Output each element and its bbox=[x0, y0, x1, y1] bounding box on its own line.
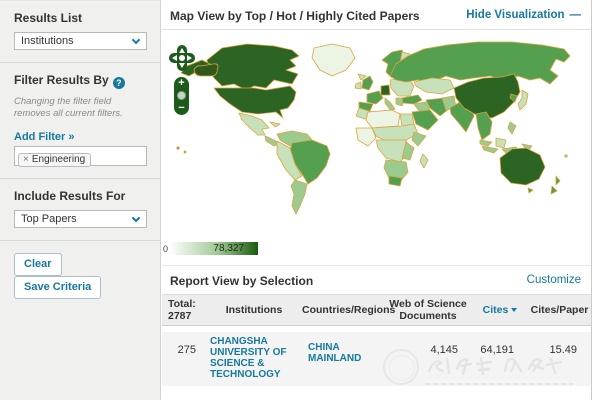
country-greenland bbox=[312, 44, 355, 76]
legend-min-value: 0 bbox=[163, 244, 168, 254]
island-sumatra bbox=[482, 146, 498, 153]
region-horn-of-africa bbox=[412, 132, 426, 146]
island-dot bbox=[565, 155, 567, 157]
island-dot bbox=[177, 147, 179, 149]
include-results-label: Include Results For bbox=[14, 189, 148, 203]
filter-sidebar: Results List Institutions Filter Results… bbox=[0, 0, 161, 400]
region-algeria-libya bbox=[366, 110, 400, 128]
country-new-zealand-north bbox=[556, 176, 560, 185]
col-header-cites-sort[interactable]: Cites bbox=[472, 304, 528, 316]
chevron-down-icon bbox=[132, 213, 140, 221]
zoom-in-button[interactable]: + bbox=[178, 78, 184, 88]
total-count: Total: 2787 bbox=[162, 298, 206, 322]
col-header-documents: Web of Science Documents bbox=[384, 298, 472, 322]
map-view-header: Map View by Top / Hot / Highly Cited Pap… bbox=[162, 0, 591, 30]
include-results-section: Include Results For Top Papers bbox=[0, 179, 160, 241]
row-cites: 64,191 bbox=[472, 336, 528, 356]
include-results-selected: Top Papers bbox=[21, 213, 77, 225]
pan-right-icon[interactable] bbox=[187, 55, 192, 61]
results-list-label: Results List bbox=[14, 11, 148, 25]
filter-tag-label: Engineering bbox=[32, 154, 85, 165]
island-dot bbox=[184, 151, 186, 153]
country-saudi-arabia bbox=[412, 110, 438, 130]
table-header-row: Total: 2787 Institutions Countries/Regio… bbox=[162, 294, 591, 326]
row-count: 275 bbox=[162, 336, 206, 356]
country-russia bbox=[390, 42, 570, 84]
country-canada bbox=[207, 44, 299, 90]
save-criteria-button[interactable]: Save Criteria bbox=[14, 276, 101, 299]
report-title: Report View by Selection bbox=[170, 274, 313, 288]
results-list-selected: Institutions bbox=[21, 35, 74, 47]
legend-max-value: 78,327 bbox=[213, 243, 244, 254]
add-filter-link[interactable]: Add Filter » bbox=[14, 131, 75, 143]
country-mexico bbox=[239, 113, 269, 135]
country-link[interactable]: CHINA MAINLAND bbox=[302, 336, 364, 364]
customize-link[interactable]: Customize bbox=[527, 274, 581, 288]
include-results-dropdown[interactable]: Top Papers bbox=[14, 210, 147, 228]
map-view-title: Map View by Top / Hot / Highly Cited Pap… bbox=[170, 9, 420, 23]
map-zoom-control: + − bbox=[174, 77, 189, 115]
filter-note: Changing the filter field removes all cu… bbox=[14, 96, 148, 121]
country-new-zealand-south bbox=[551, 186, 557, 194]
institution-link[interactable]: CHANGSHA UNIVERSITY OF SCIENCE & TECHNOL… bbox=[206, 336, 296, 380]
country-germany bbox=[381, 85, 390, 95]
table-row: 275 CHANGSHA UNIVERSITY OF SCIENCE & TEC… bbox=[162, 332, 591, 386]
report-header: Report View by Selection Customize bbox=[162, 267, 591, 294]
col-header-institutions: Institutions bbox=[206, 304, 302, 316]
hide-visualization-link[interactable]: Hide Visualization— bbox=[466, 9, 581, 21]
col-header-countries: Countries/Regions bbox=[302, 304, 384, 316]
country-australia bbox=[500, 148, 545, 185]
results-list-dropdown[interactable]: Institutions bbox=[14, 32, 147, 50]
country-cuba bbox=[270, 122, 280, 127]
region-argentina-chile bbox=[291, 180, 307, 214]
region-central-asia bbox=[414, 78, 454, 94]
country-malaysia bbox=[480, 140, 492, 146]
globe-reset-icon[interactable] bbox=[177, 91, 186, 100]
choropleth-world-map[interactable] bbox=[162, 35, 591, 237]
world-map-area[interactable]: + − 0 78,327 bbox=[162, 31, 591, 266]
row-cites-per-paper: 15.49 bbox=[528, 336, 591, 356]
pan-center-icon[interactable] bbox=[179, 55, 185, 61]
filter-results-title: Filter Results By? bbox=[14, 73, 148, 89]
help-icon[interactable]: ? bbox=[113, 77, 125, 89]
island-tasmania bbox=[528, 188, 533, 193]
zoom-out-button[interactable]: − bbox=[178, 103, 184, 113]
country-italy bbox=[385, 98, 395, 111]
clear-button[interactable]: Clear bbox=[14, 253, 62, 276]
results-list-section: Results List Institutions bbox=[0, 1, 160, 63]
sidebar-buttons: Clear Save Criteria bbox=[0, 241, 160, 311]
row-documents: 4,145 bbox=[384, 336, 472, 356]
filter-results-section: Filter Results By? Changing the filter f… bbox=[0, 63, 160, 179]
col-header-cites-per-paper: Cites/Paper bbox=[528, 304, 591, 316]
filter-tag-engineering[interactable]: ×Engineering bbox=[18, 153, 91, 167]
map-pan-control[interactable] bbox=[169, 45, 195, 71]
country-madagascar bbox=[420, 154, 428, 168]
sort-descending-icon bbox=[511, 308, 517, 312]
island-borneo bbox=[496, 138, 506, 148]
country-ireland bbox=[355, 82, 361, 89]
map-navigation-controls: + − bbox=[169, 45, 195, 115]
pan-down-icon[interactable] bbox=[179, 63, 185, 68]
visualization-panel: Map View by Top / Hot / Highly Cited Pap… bbox=[162, 0, 592, 400]
legend-gradient-bar: 78,327 bbox=[170, 242, 258, 255]
country-south-africa bbox=[389, 176, 402, 186]
pan-up-icon[interactable] bbox=[179, 48, 185, 53]
map-color-legend: 0 78,327 bbox=[163, 242, 258, 255]
remove-filter-icon[interactable]: × bbox=[23, 154, 29, 165]
chevron-down-icon bbox=[132, 36, 140, 44]
collapse-icon: — bbox=[570, 9, 582, 21]
country-philippines bbox=[508, 122, 516, 134]
pan-left-icon[interactable] bbox=[172, 55, 177, 61]
country-usa bbox=[214, 86, 296, 118]
active-filters-box: ×Engineering bbox=[14, 146, 147, 166]
report-section: Report View by Selection Customize Total… bbox=[162, 267, 591, 386]
